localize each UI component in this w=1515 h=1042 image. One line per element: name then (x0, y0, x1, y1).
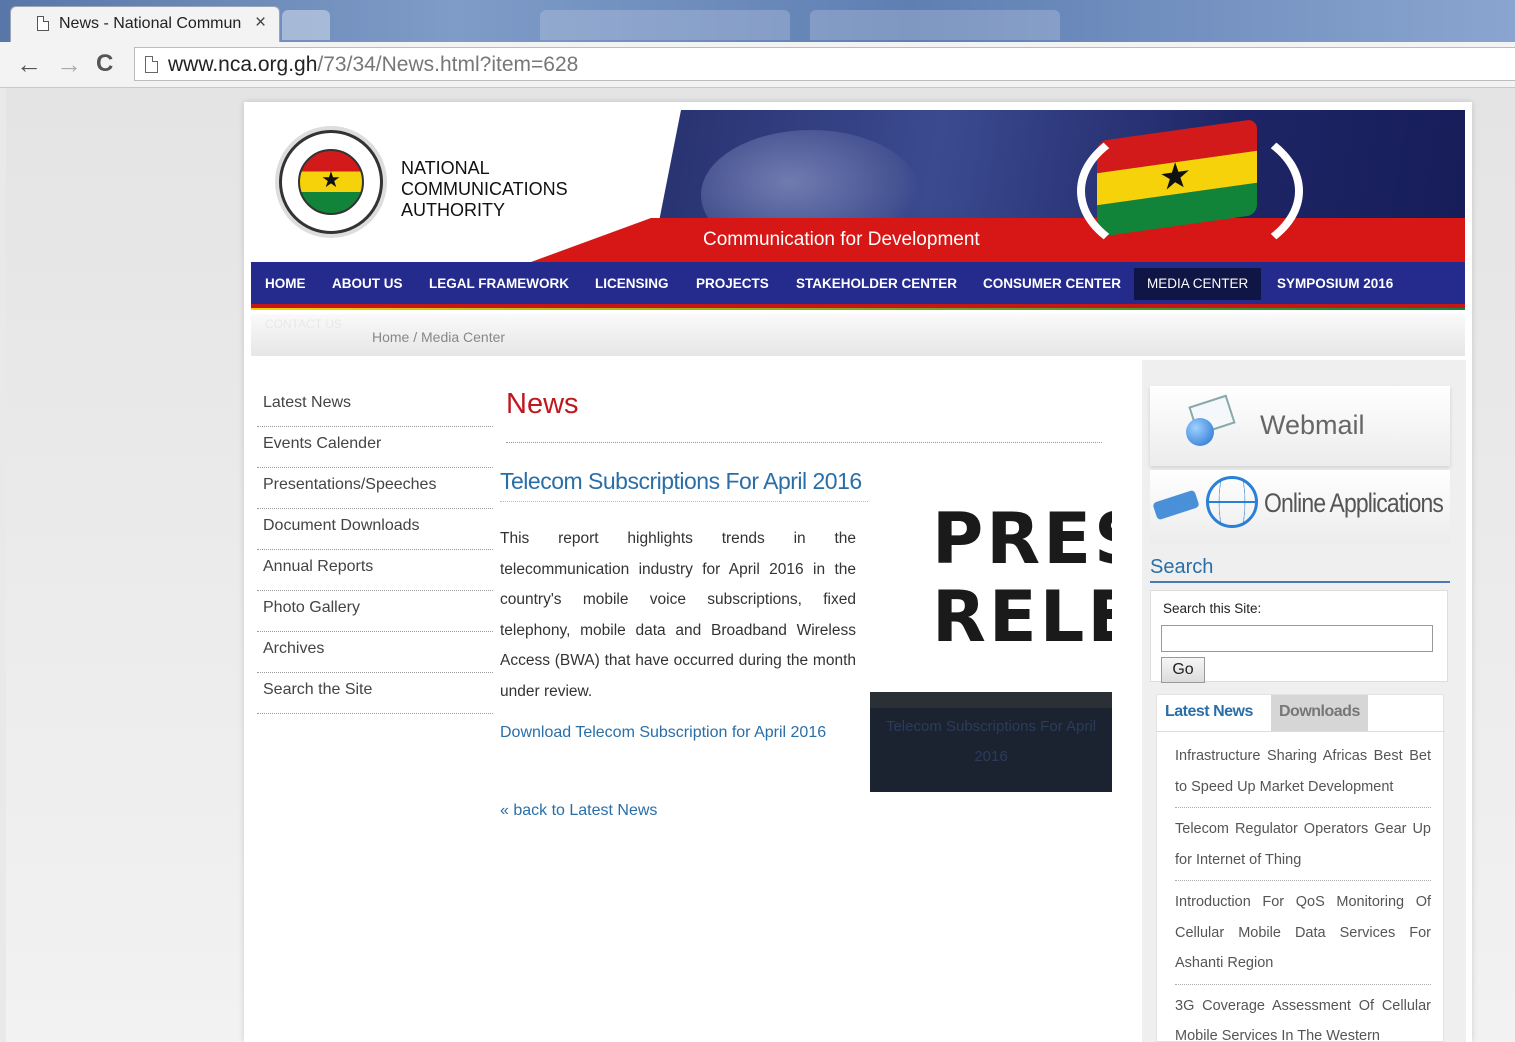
sidebar: Latest News Events Calender Presentation… (257, 386, 493, 714)
back-arrow-icon[interactable]: ← (16, 49, 42, 79)
address-bar[interactable]: www.nca.org.gh/73/34/News.html?item=628 (134, 47, 1515, 81)
list-item[interactable]: Infrastructure Sharing Africas Best Bet … (1175, 741, 1431, 808)
background-tab[interactable] (810, 10, 1060, 40)
press-release-text: PRESS RELEASE (932, 498, 1112, 658)
logo-star-icon: ★ (321, 167, 341, 192)
list-item[interactable]: Introduction For QoS Monitoring Of Cellu… (1175, 887, 1431, 985)
tab-strip: News - National Commun × (0, 0, 1515, 42)
go-button[interactable]: Go (1161, 657, 1205, 683)
nav-legal-framework[interactable]: LEGAL FRAMEWORK (429, 276, 569, 291)
new-tab-button[interactable] (282, 10, 330, 40)
tab-downloads[interactable]: Downloads (1271, 695, 1368, 731)
breadcrumb-bar: CONTACT US Home / Media Center (251, 314, 1465, 356)
right-sidebar: Webmail Online Applications Search Searc… (1142, 360, 1466, 1042)
breadcrumb[interactable]: Home / Media Center (372, 329, 505, 345)
page-viewport: Communication for Development ★ ★ NATION… (6, 88, 1515, 1042)
nav-about-us[interactable]: ABOUT US (332, 276, 403, 291)
globe-icon (1186, 418, 1214, 446)
article-title: Telecom Subscriptions For April 2016 (500, 468, 868, 502)
page-icon (145, 56, 158, 73)
latest-news-list: Infrastructure Sharing Africas Best Bet … (1175, 741, 1431, 1042)
nca-logo[interactable]: ★ (279, 130, 383, 234)
background-tab[interactable] (540, 10, 790, 40)
forward-arrow-icon[interactable]: → (56, 49, 82, 79)
online-applications-button[interactable]: Online Applications (1150, 470, 1450, 544)
article-body: This report highlights trends in the tel… (500, 530, 856, 700)
sidebar-item-presentations[interactable]: Presentations/Speeches (257, 468, 493, 509)
webmail-label: Webmail (1260, 410, 1365, 440)
page-icon (37, 16, 49, 31)
search-label: Search this Site: (1163, 601, 1262, 616)
hand-icon (1152, 489, 1200, 521)
page-title: News (506, 388, 579, 420)
site-container: Communication for Development ★ ★ NATION… (244, 102, 1472, 1042)
nav-media-center[interactable]: MEDIA CENTER (1134, 268, 1262, 300)
nav-stakeholder-center[interactable]: STAKEHOLDER CENTER (796, 276, 957, 291)
tab-title: News - National Commun (59, 15, 242, 32)
site-header: Communication for Development ★ ★ NATION… (251, 110, 1465, 262)
nav-symposium-2016[interactable]: SYMPOSIUM 2016 (1277, 276, 1393, 291)
close-icon[interactable]: × (255, 12, 266, 34)
nav-contact-us[interactable]: CONTACT US (265, 317, 342, 331)
sidebar-item-annual-reports[interactable]: Annual Reports (257, 550, 493, 591)
nav-consumer-center[interactable]: CONSUMER CENTER (983, 276, 1121, 291)
url-text[interactable]: www.nca.org.gh/73/34/News.html?item=628 (168, 53, 578, 77)
press-release-image: PRESS RELEASE Telecom Subscriptions For … (870, 492, 1112, 792)
reload-icon[interactable]: C (96, 49, 113, 79)
download-link[interactable]: Download Telecom Subscription for April … (500, 724, 826, 742)
browser-toolbar: ← → C www.nca.org.gh/73/34/News.html?ite… (0, 42, 1515, 88)
webmail-button[interactable]: Webmail (1150, 386, 1450, 466)
divider (1157, 731, 1445, 732)
online-applications-label: Online Applications (1264, 488, 1444, 518)
sidebar-item-search-the-site[interactable]: Search the Site (257, 673, 493, 714)
back-to-latest-news-link[interactable]: « back to Latest News (500, 802, 657, 820)
search-heading: Search (1150, 556, 1450, 583)
list-item[interactable]: Telecom Regulator Operators Gear Up for … (1175, 814, 1431, 881)
image-caption: Telecom Subscriptions For April 2016 (870, 692, 1112, 792)
sidebar-item-latest-news[interactable]: Latest News (257, 386, 493, 427)
flag-ring-decoration (1077, 116, 1303, 262)
tagline: Communication for Development (703, 229, 980, 250)
nav-home[interactable]: HOME (265, 276, 306, 291)
sidebar-item-document-downloads[interactable]: Document Downloads (257, 509, 493, 550)
globe-icon (1206, 476, 1258, 528)
nav-projects[interactable]: PROJECTS (696, 276, 769, 291)
tagline-band (531, 218, 1465, 262)
search-panel: Search this Site: Go (1150, 590, 1448, 683)
sidebar-item-events-calender[interactable]: Events Calender (257, 427, 493, 468)
sidebar-item-photo-gallery[interactable]: Photo Gallery (257, 591, 493, 632)
divider (506, 442, 1102, 443)
sidebar-item-archives[interactable]: Archives (257, 632, 493, 673)
list-item[interactable]: 3G Coverage Assessment Of Cellular Mobil… (1175, 991, 1431, 1042)
tab-latest-news[interactable]: Latest News (1157, 695, 1261, 731)
search-input[interactable] (1161, 625, 1433, 652)
browser-tab[interactable]: News - National Commun × (10, 6, 280, 42)
main-nav: HOME ABOUT US LEGAL FRAMEWORK LICENSING … (251, 262, 1465, 310)
logo-text[interactable]: NATIONAL COMMUNICATIONS AUTHORITY (401, 158, 568, 221)
news-tabs: Latest News Downloads Infrastructure Sha… (1156, 694, 1445, 1042)
nav-licensing[interactable]: LICENSING (595, 276, 669, 291)
